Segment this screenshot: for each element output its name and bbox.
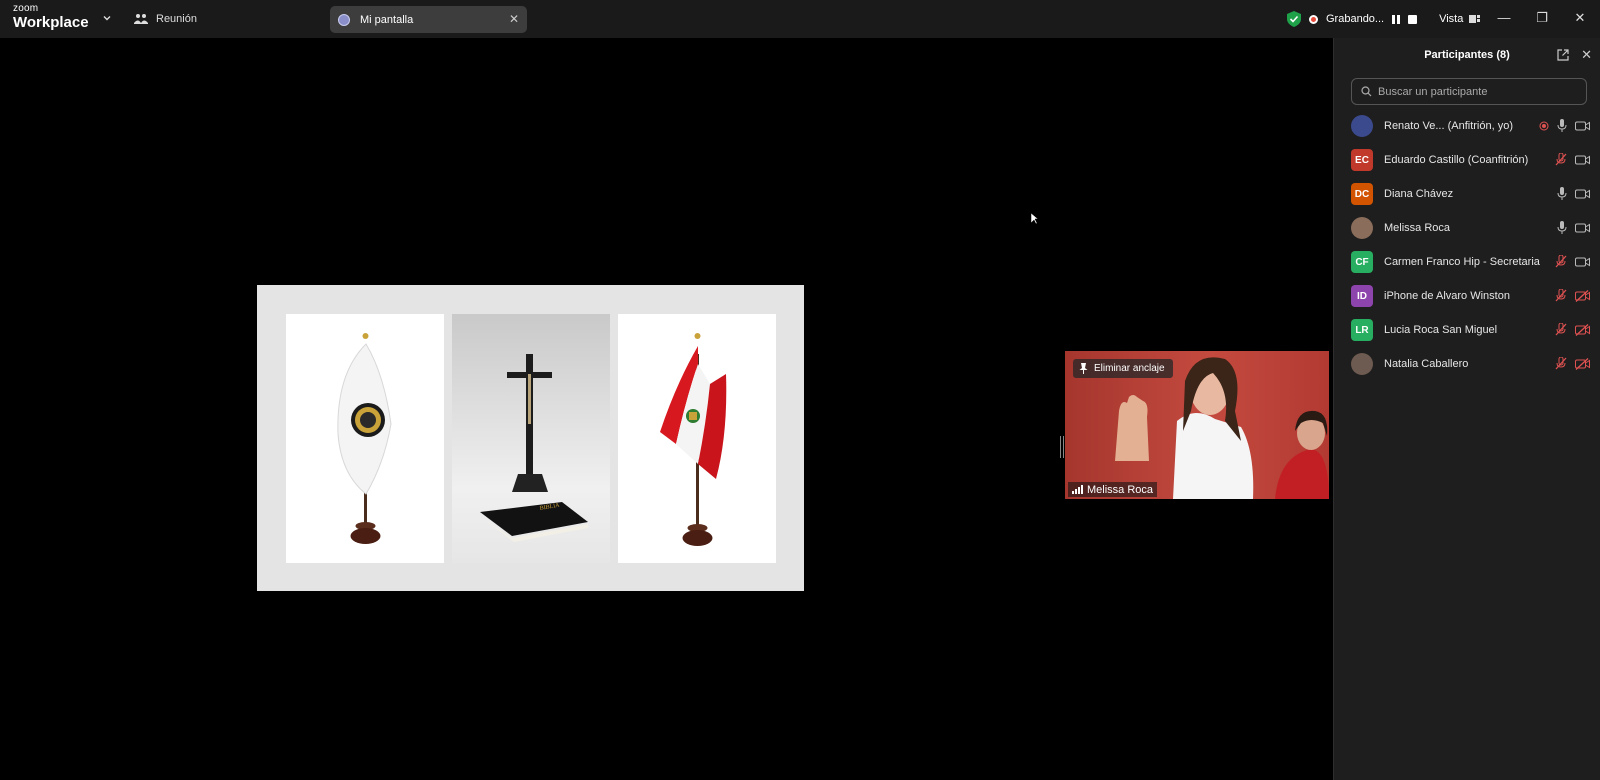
resize-handle[interactable] (1060, 436, 1064, 458)
participants-header: Participantes (8) ✕ (1334, 38, 1600, 72)
participant-name: Carmen Franco Hip - Secretaria (1384, 256, 1540, 268)
participants-title: Participantes (8) (1424, 49, 1510, 61)
participant-list: Renato Ve... (Anfitrión, yo) EC Eduardo Ca… (1334, 109, 1600, 381)
avatar: LR (1351, 319, 1373, 341)
view-layout-icon (1469, 15, 1481, 23)
participant-name: Renato Ve... (Anfitrión, yo) (1384, 120, 1514, 132)
search-input[interactable] (1378, 85, 1578, 98)
recording-status: Grabando... Vista (1287, 8, 1481, 30)
view-button[interactable]: Vista (1439, 13, 1481, 25)
unpin-label: Eliminar anclaje (1094, 363, 1165, 374)
meeting-icon (134, 14, 148, 24)
participant-name: Lucia Roca San Miguel (1384, 324, 1498, 336)
peru-flag-image (618, 314, 776, 563)
participant-name: Eduardo Castillo (Coanfitrión) (1384, 154, 1529, 166)
chevron-down-icon[interactable] (101, 12, 113, 24)
participant-status-icons (1555, 255, 1590, 268)
recording-dot-icon (1309, 14, 1318, 24)
participant-row[interactable]: LR Lucia Roca San Miguel (1334, 313, 1600, 347)
participant-search[interactable] (1351, 78, 1587, 105)
video-name-tag: Melissa Roca (1068, 482, 1158, 497)
avatar (1351, 217, 1373, 239)
stop-recording-button[interactable] (1408, 14, 1418, 24)
video-camera-icon[interactable] (1575, 189, 1590, 199)
participant-row[interactable]: Renato Ve... (Anfitrión, yo) (1334, 109, 1600, 143)
microphone-icon[interactable] (1557, 119, 1567, 132)
participant-status-icons (1555, 153, 1590, 166)
avatar (1351, 353, 1373, 375)
participant-status-icons (1555, 323, 1590, 336)
microphone-muted-icon[interactable] (1555, 289, 1567, 302)
video-off-icon[interactable] (1575, 323, 1590, 336)
pin-icon (1079, 363, 1088, 374)
participant-name: Natalia Caballero (1384, 358, 1469, 370)
participant-status-icons (1555, 289, 1590, 302)
zoom-workplace-logo: zoom Workplace (13, 3, 89, 31)
video-participant-name: Melissa Roca (1087, 483, 1154, 496)
signal-strength-icon (1072, 485, 1083, 494)
crucifix-bible-image: BIBLIA (452, 314, 610, 563)
close-window-button[interactable]: ✕ (1570, 10, 1590, 26)
tab-my-screen[interactable]: Mi pantalla ✕ (330, 6, 527, 33)
video-camera-icon[interactable] (1575, 257, 1590, 267)
search-icon (1361, 86, 1372, 97)
participant-status-icons (1557, 221, 1590, 234)
view-label: Vista (1439, 13, 1464, 25)
microphone-muted-icon[interactable] (1555, 153, 1567, 166)
participants-panel: Participantes (8) ✕ Renato Ve... (Anfitr… (1333, 38, 1600, 780)
brand-small-text: zoom (13, 3, 39, 14)
participant-status-icons (1539, 119, 1590, 132)
mouse-cursor-icon (1031, 213, 1039, 225)
institutional-flag-image (286, 314, 444, 563)
recording-indicator-icon (1539, 121, 1549, 131)
participant-status-icons (1555, 357, 1590, 370)
microphone-icon[interactable] (1557, 187, 1567, 200)
participant-row[interactable]: DC Diana Chávez (1334, 177, 1600, 211)
screen-share-icon (338, 13, 350, 26)
tab-meeting[interactable]: Reunión (134, 9, 197, 29)
brand-large-text: Workplace (13, 14, 89, 31)
participant-name: iPhone de Alvaro Winston (1384, 290, 1510, 302)
microphone-muted-icon[interactable] (1555, 323, 1567, 336)
shield-check-icon[interactable] (1287, 11, 1301, 27)
restore-button[interactable]: ❐ (1532, 10, 1552, 26)
pause-recording-button[interactable] (1392, 14, 1401, 24)
participant-status-icons (1557, 187, 1590, 200)
avatar: CF (1351, 251, 1373, 273)
participant-row[interactable]: CF Carmen Franco Hip - Secretaria (1334, 245, 1600, 279)
tab-meeting-label: Reunión (156, 13, 197, 25)
minimize-button[interactable]: — (1494, 10, 1514, 25)
avatar: ID (1351, 285, 1373, 307)
tab-my-screen-label: Mi pantalla (360, 13, 414, 26)
participant-name: Diana Chávez (1384, 188, 1454, 200)
participant-name: Melissa Roca (1384, 222, 1451, 234)
shared-screen-area: BIBLIA (6, 40, 1056, 780)
participant-row[interactable]: ID iPhone de Alvaro Winston (1334, 279, 1600, 313)
video-camera-icon[interactable] (1575, 223, 1590, 233)
avatar: DC (1351, 183, 1373, 205)
close-icon[interactable]: ✕ (509, 12, 519, 26)
title-bar: zoom Workplace Reunión Mi pantalla ✕ Gra… (0, 0, 1600, 38)
avatar: EC (1351, 149, 1373, 171)
unpin-button[interactable]: Eliminar anclaje (1073, 359, 1173, 378)
microphone-muted-icon[interactable] (1555, 357, 1567, 370)
video-camera-icon[interactable] (1575, 155, 1590, 165)
avatar (1351, 115, 1373, 137)
popout-icon[interactable] (1556, 48, 1570, 62)
close-panel-button[interactable]: ✕ (1581, 47, 1592, 63)
slide-image: BIBLIA (257, 285, 804, 591)
participant-row[interactable]: Natalia Caballero (1334, 347, 1600, 381)
pinned-video-tile[interactable]: Eliminar anclaje Melissa Roca (1065, 351, 1329, 499)
video-off-icon[interactable] (1575, 289, 1590, 302)
participant-row[interactable]: Melissa Roca (1334, 211, 1600, 245)
video-camera-icon[interactable] (1575, 121, 1590, 131)
microphone-icon[interactable] (1557, 221, 1567, 234)
microphone-muted-icon[interactable] (1555, 255, 1567, 268)
participant-row[interactable]: EC Eduardo Castillo (Coanfitrión) (1334, 143, 1600, 177)
recording-label: Grabando... (1326, 13, 1385, 25)
video-off-icon[interactable] (1575, 357, 1590, 370)
